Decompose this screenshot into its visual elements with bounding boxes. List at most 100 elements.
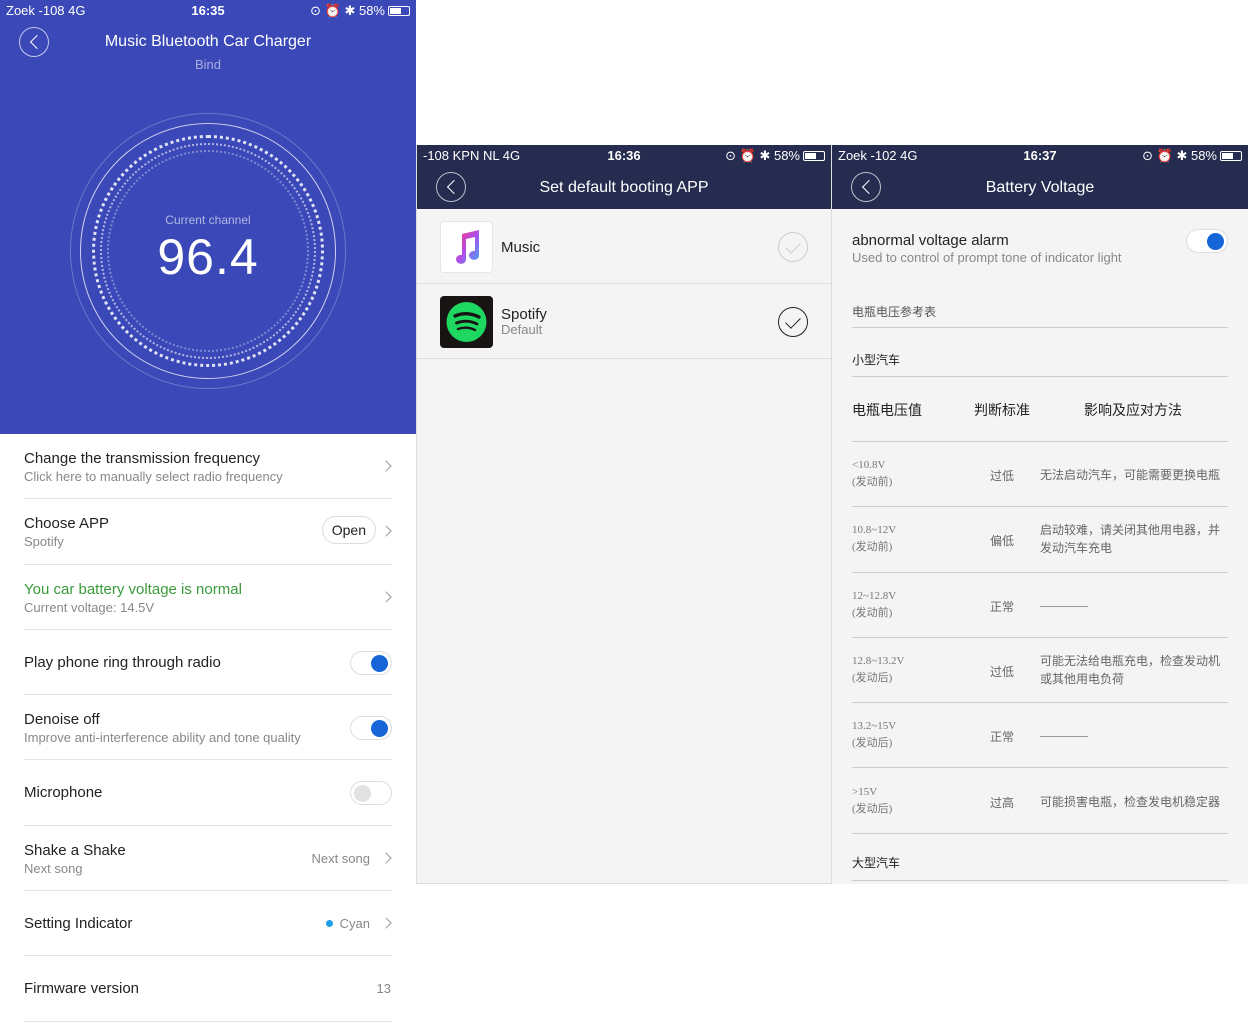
open-app-button[interactable]: Open [321,516,376,545]
voltage-cell: >15V (发动后) [852,784,892,818]
judgement-cell: 偏低 [990,534,1015,549]
row-choose-app[interactable]: Choose APP Spotify Open [24,499,392,565]
row-title: Setting Indicator [24,915,133,933]
indicator-value: Cyan [325,916,370,932]
battery-percent: 58% [1190,148,1217,163]
channel-hero: Zoek -108 4G 16:35 ⊙ ⏰ ✱ 58% Music Bluet… [0,0,416,434]
page-title: Set default booting APP [539,179,709,196]
firmware-value: 13 [376,981,391,997]
voltage-cell: 13.2~15V (发动后) [852,718,896,752]
header-bar: -108 KPN NL 4G 16:36 ⊙ ⏰ ✱ 58% Set defau… [417,145,831,209]
app-name: Spotify [501,306,547,323]
shake-value: Next song [311,850,370,866]
judgement-cell: 过低 [990,664,1015,679]
row-title: Choose APP [24,515,110,533]
reference-table-title: 电瓶电压参考表 [852,303,1228,328]
voltage-cell: 12~12.8V (发动前) [852,588,896,622]
row-transmission-frequency[interactable]: Change the transmission frequency Click … [24,434,392,500]
app-row-spotify[interactable]: Spotify Default [417,284,831,359]
voltage-range: 12~12.8V [852,589,897,602]
alarm-subtitle: Used to control of prompt tone of indica… [852,250,1122,265]
row-title: Firmware version [24,980,140,998]
table-row: 13.2~15V (发动后) 正常 [852,703,1228,769]
battery-icon [803,151,825,161]
engine-state: (发动后) [852,671,893,684]
row-denoise: Denoise off Improve anti-interference ab… [24,695,392,761]
status-right: ⊙ ⏰ ✱ 58% [725,148,825,164]
status-bar: Zoek -108 4G 16:35 ⊙ ⏰ ✱ 58% [0,0,416,22]
row-subtitle: Spotify [24,534,64,550]
judgement-cell: 过低 [990,469,1015,483]
voltage-cell: <10.8V (发动前) [852,457,892,491]
row-title: Play phone ring through radio [24,653,221,671]
page-title: Music Bluetooth Car Charger [104,33,312,50]
current-voltage: Current voltage: 14.5V [24,599,155,615]
bind-link[interactable]: Bind [0,57,416,72]
apple-music-icon [440,221,493,273]
small-car-heading: 小型汽车 [852,351,1228,377]
method-line: 启动较难，请关闭其他用电器，并 [1040,523,1221,538]
method-cell: 启动较难，请关闭其他用电器，并 发动汽车充电 [1040,521,1228,557]
battery-icon [388,6,410,16]
table-row: 10.8~12V (发动前) 偏低 启动较难，请关闭其他用电器，并 发动汽车充电 [852,507,1228,573]
chevron-right-icon [380,590,392,603]
method-line: 可能无法给电瓶充电，检查发动机 [1040,653,1221,668]
channel-value[interactable]: 96.4 [0,228,416,286]
settings-list: Change the transmission frequency Click … [24,434,392,1022]
chevron-right-icon [380,460,392,472]
judgement-cell: 过高 [990,795,1015,810]
no-action-dash [1040,605,1088,607]
status-bar: -108 KPN NL 4G 16:36 ⊙ ⏰ ✱ 58% [417,145,831,167]
table-row: 12~12.8V (发动前) 正常 [852,573,1228,638]
table-row: <10.8V (发动前) 过低 无法启动汽车，可能需要更换电瓶 [852,442,1228,508]
selected-check-icon[interactable] [778,307,808,337]
row-battery-voltage[interactable]: You car battery voltage is normal Curren… [24,565,392,630]
microphone-toggle[interactable] [350,781,392,806]
method-line: 发动汽车充电 [1040,541,1113,556]
phone-ring-toggle[interactable] [350,650,392,675]
row-subtitle: Click here to manually select radio freq… [24,469,283,484]
app-name: Music [501,239,541,256]
no-action-dash [1040,736,1088,738]
indicator-color-label: Cyan [339,916,370,932]
row-title: Change the transmission frequency [24,450,260,467]
status-right: ⊙ ⏰ ✱ 58% [310,3,410,19]
row-subtitle: Improve anti-interference ability and to… [24,730,301,746]
denoise-toggle[interactable] [350,716,392,741]
cyan-dot-icon [325,920,333,928]
header-voltage: 电瓶电压值 [852,402,922,418]
voltage-cell: 12.8~13.2V (发动后) [852,653,904,687]
header-method: 影响及应对方法 [1084,402,1182,418]
method-cell: 可能损害电瓶，检查发电机稳定器 [1040,794,1221,809]
row-microphone: Microphone [24,760,392,826]
judgement-cell: 正常 [990,730,1015,745]
screen-default-app: -108 KPN NL 4G 16:36 ⊙ ⏰ ✱ 58% Set defau… [416,145,832,884]
method-cell: 可能无法给电瓶充电，检查发动机 或其他用电负荷 [1040,652,1228,688]
screen-car-charger: Zoek -108 4G 16:35 ⊙ ⏰ ✱ 58% Music Bluet… [0,0,416,1024]
engine-state: (发动前) [852,541,893,554]
judgement-cell: 正常 [990,599,1015,614]
row-title: Denoise off [24,711,100,729]
method-line: 或其他用电负荷 [1040,671,1125,686]
row-title: Shake a Shake [24,841,126,859]
method-cell: 无法启动汽车，可能需要更换电瓶 [1040,468,1221,482]
row-setting-indicator[interactable]: Setting Indicator Cyan [24,891,392,957]
engine-state: (发动后) [852,802,893,815]
spotify-icon [440,296,493,348]
header-bar: Zoek -102 4G 16:37 ⊙ ⏰ ✱ 58% Battery Vol… [832,145,1248,209]
alarm-title: abnormal voltage alarm [852,232,1009,249]
row-phone-ring: Play phone ring through radio [24,630,392,696]
voltage-cell: 10.8~12V (发动前) [852,522,896,556]
voltage-alarm-toggle[interactable] [1186,229,1228,253]
row-subtitle: Next song [24,860,83,876]
row-shake[interactable]: Shake a Shake Next song Next song [24,826,392,892]
unselected-check-icon[interactable] [778,232,808,262]
voltage-range: 10.8~12V [852,524,897,537]
engine-state: (发动前) [852,476,893,488]
app-row-music[interactable]: Music [417,209,831,284]
table-row: >15V (发动后) 过高 可能损害电瓶，检查发电机稳定器 [852,769,1228,834]
voltage-range: 12.8~13.2V [852,654,905,667]
battery-status-text: You car battery voltage is normal [24,580,242,598]
battery-percent: 58% [773,148,800,163]
chevron-right-icon [380,917,392,929]
